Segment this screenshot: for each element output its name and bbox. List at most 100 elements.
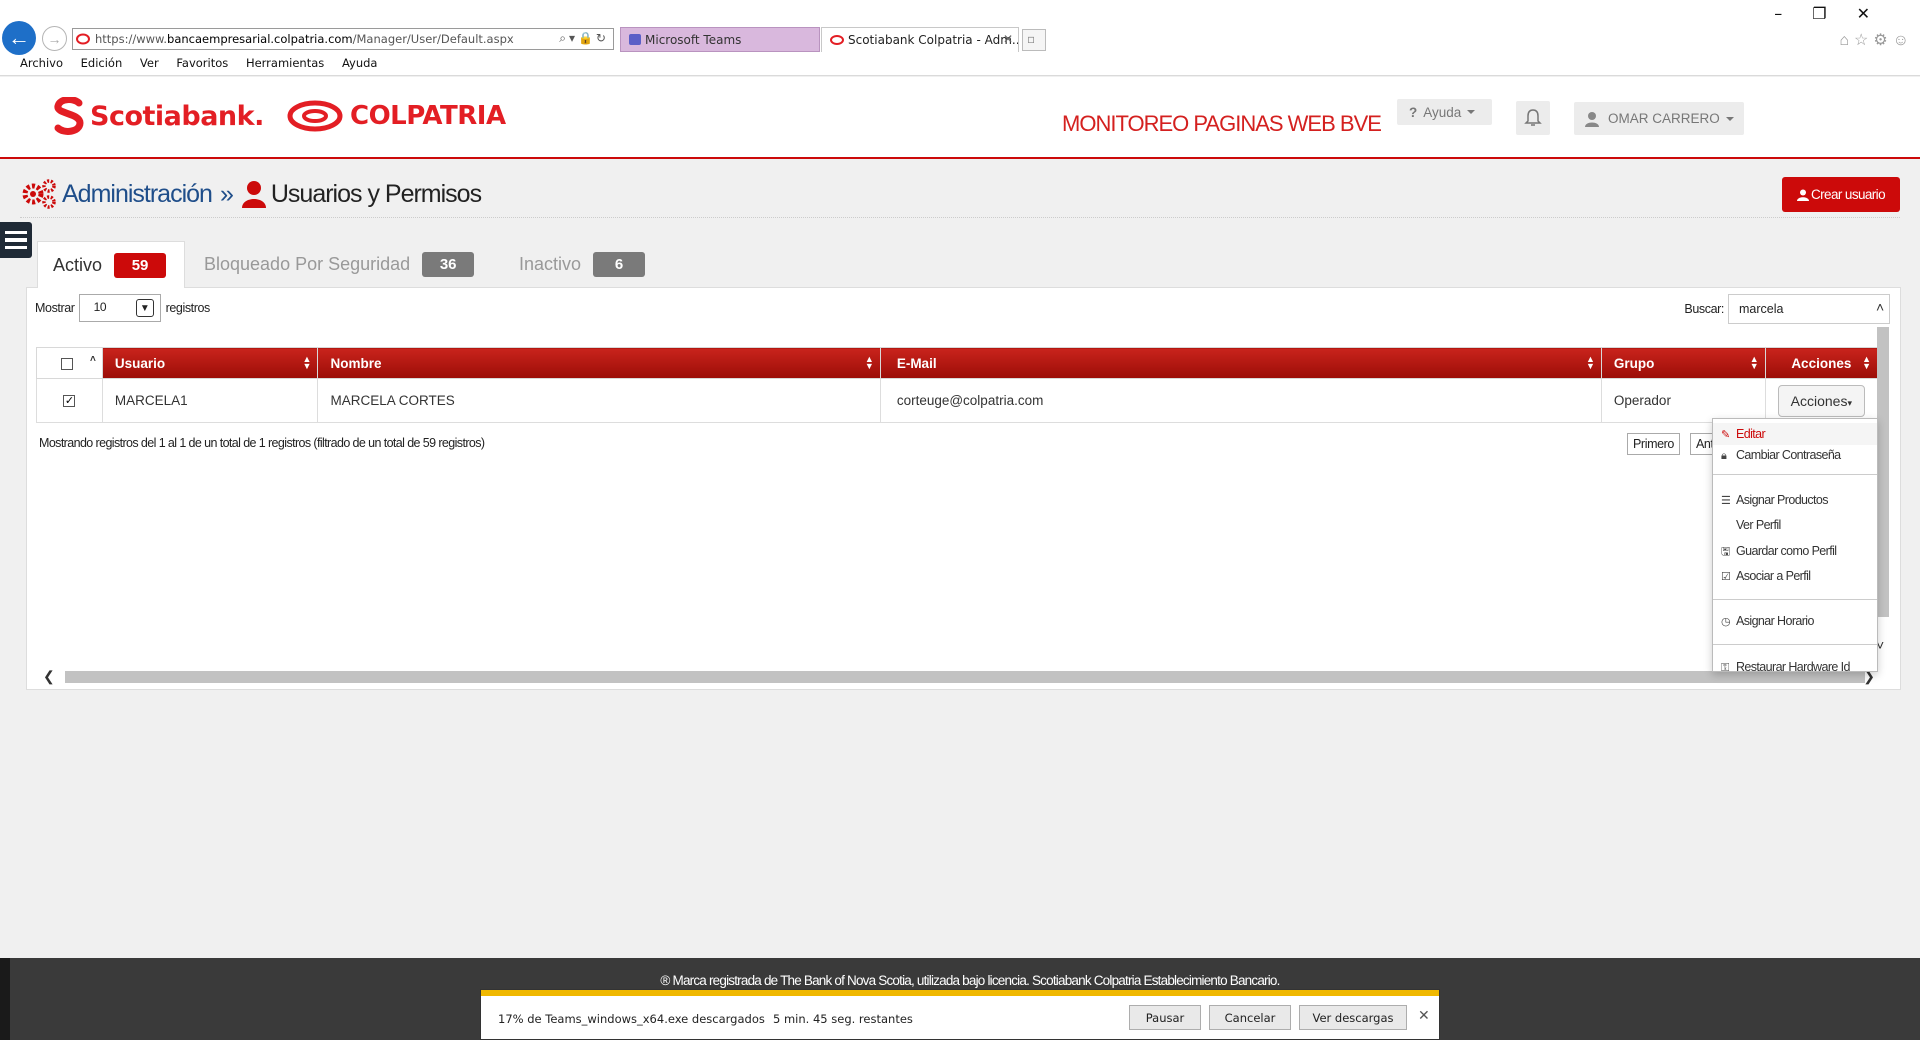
menu-item-asociar-perfil[interactable]: ☑ Asociar a Perfil: [1713, 569, 1877, 583]
select-all-header[interactable]: ˄: [36, 347, 103, 379]
column-header-acciones[interactable]: Acciones ▲ ▼: [1764, 347, 1879, 379]
tab-activo[interactable]: Activo 59: [37, 241, 185, 288]
menu-herramientas[interactable]: Herramientas: [246, 56, 324, 70]
edit-icon: ✎: [1721, 429, 1730, 441]
menu-item-editar[interactable]: ✎ Editar: [1713, 423, 1877, 445]
pause-download-button[interactable]: Pausar: [1129, 1005, 1201, 1030]
breadcrumb-admin-link[interactable]: Administración: [62, 180, 213, 209]
user-menu-button[interactable]: OMAR CARRERO: [1574, 102, 1744, 135]
address-icons[interactable]: ⌕▾🔒↻: [559, 31, 609, 46]
close-tab-icon[interactable]: ✕: [1003, 32, 1013, 46]
menu-item-label: Ver Perfil: [1736, 518, 1781, 532]
header-label: E-Mail: [896, 355, 937, 371]
sort-icon: ▲ ▼: [864, 354, 874, 371]
menu-divider: [1713, 599, 1877, 600]
search-control: Buscar:: [1684, 294, 1890, 324]
chevron-down-icon: ▼: [135, 299, 154, 317]
menu-ver[interactable]: Ver: [140, 56, 159, 70]
sort-up-icon[interactable]: ˄: [90, 354, 96, 365]
scrollbar-thumb[interactable]: [65, 671, 1865, 683]
page-length-value: 10: [93, 300, 107, 314]
menu-item-label: Editar: [1736, 427, 1766, 441]
page-length-select[interactable]: 10 ▼: [78, 294, 161, 322]
column-header-usuario[interactable]: Usuario ▲ ▼: [101, 347, 319, 379]
breadcrumb: Administración » Usuarios y Permisos: [20, 178, 482, 210]
address-bar[interactable]: https://www.bancaempresarial.colpatria.c…: [72, 28, 614, 50]
menu-divider: [1713, 474, 1877, 475]
count-badge: 36: [422, 252, 475, 277]
notifications-button[interactable]: [1516, 101, 1550, 135]
actions-dropdown-button[interactable]: Acciones▾: [1777, 384, 1865, 417]
menu-archivo[interactable]: Archivo: [20, 56, 63, 70]
create-user-button[interactable]: Crear usuario: [1782, 177, 1900, 212]
menu-favoritos[interactable]: Favoritos: [176, 56, 228, 70]
create-user-label: Crear usuario: [1811, 187, 1886, 202]
menu-item-restaurar-hardware[interactable]: ⚿ Restaurar Hardware Id: [1713, 660, 1877, 672]
tab-label: Microsoft Teams: [645, 33, 742, 47]
close-icon[interactable]: ✕: [1418, 1008, 1430, 1024]
page-title: Usuarios y Permisos: [270, 179, 482, 208]
cell-nombre: MARCELA CORTES: [317, 378, 881, 423]
actions-dropdown-menu: ✎ Editar 🔒︎ Cambiar Contraseña ☰ Asignar Pr…: [1712, 418, 1878, 672]
tab-scotiabank[interactable]: Scotiabank Colpatria - Adm... ✕: [821, 27, 1019, 52]
pager-first-button[interactable]: Primero: [1627, 433, 1680, 455]
lock-icon: 🔒︎: [1721, 450, 1727, 462]
actions-label: Acciones: [1790, 392, 1848, 409]
back-button[interactable]: ←: [2, 21, 36, 55]
user-icon: [1585, 111, 1599, 127]
download-bar: 17% de Teams_windows_x64.exe descargados…: [480, 989, 1440, 1040]
column-header-nombre[interactable]: Nombre ▲ ▼: [317, 347, 881, 379]
scotiabank-mark-icon: [54, 97, 84, 135]
footer-text: ® Marca registrada de The Bank of Nova S…: [660, 973, 1280, 988]
menu-item-cambiar-contrasena[interactable]: 🔒︎ Cambiar Contraseña: [1713, 448, 1877, 463]
window-controls[interactable]: –❐✕: [1774, 4, 1900, 23]
user-icon: [1797, 189, 1809, 201]
header-label: Nombre: [330, 355, 382, 371]
records-label: registros: [165, 301, 211, 315]
sort-icon: ▲ ▼: [302, 354, 312, 371]
row-checkbox[interactable]: ✓: [63, 395, 76, 408]
colpatria-mark-icon: [287, 100, 343, 132]
menu-item-asignar-horario[interactable]: ◷ Asignar Horario: [1713, 614, 1877, 628]
horizontal-scrollbar[interactable]: ❮ ❯: [39, 668, 1879, 686]
tab-label: Bloqueado Por Seguridad: [204, 254, 411, 274]
cell-email: corteuge@colpatria.com: [879, 378, 1602, 423]
menu-ayuda[interactable]: Ayuda: [342, 56, 378, 70]
column-header-email[interactable]: E-Mail ▲ ▼: [879, 347, 1602, 379]
search-input[interactable]: [1728, 294, 1890, 324]
menu-item-label: Restaurar Hardware Id: [1736, 660, 1850, 672]
site-logo-icon: [76, 33, 90, 45]
cancel-download-button[interactable]: Cancelar: [1209, 1005, 1291, 1030]
menu-item-asignar-productos[interactable]: ☰ Asignar Productos: [1713, 493, 1877, 507]
tab-inactivo[interactable]: Inactivo 6: [519, 241, 646, 288]
divider: [20, 217, 1900, 218]
column-header-grupo[interactable]: Grupo ▲ ▼: [1600, 347, 1766, 379]
scroll-left-icon[interactable]: ❮: [43, 668, 55, 685]
users-table: ˄ Usuario ▲ ▼ Nombre ▲ ▼ E-Mail ▲ ▼ Grupo ▲ ▼ Ac…: [36, 347, 1879, 423]
table-row[interactable]: ✓ MARCELA1 MARCELA CORTES corteuge@colpa…: [36, 378, 1879, 423]
menu-item-label: Guardar como Perfil: [1736, 544, 1837, 558]
scrollbar-thumb[interactable]: [1877, 327, 1889, 617]
row-select-cell[interactable]: ✓: [36, 378, 103, 423]
menu-divider: [1713, 644, 1877, 645]
help-button[interactable]: ? Ayuda: [1397, 99, 1492, 125]
forward-button[interactable]: →: [42, 26, 67, 51]
browser-toolbar-icons[interactable]: ⌂☆⚙☺: [1839, 30, 1914, 50]
scotiabank-logo[interactable]: Scotiabank.: [52, 97, 264, 135]
menu-edicion[interactable]: Edición: [81, 56, 123, 70]
sidebar-toggle-button[interactable]: [0, 222, 32, 258]
new-tab-button[interactable]: ▫: [1022, 29, 1046, 51]
colpatria-logo[interactable]: COLPATRIA: [286, 99, 506, 133]
menu-item-guardar-perfil[interactable]: 🖫 Guardar como Perfil: [1713, 543, 1877, 562]
menu-item-label: Cambiar Contraseña: [1736, 448, 1841, 462]
tab-bloqueado[interactable]: Bloqueado Por Seguridad 36: [204, 241, 475, 288]
tab-microsoft-teams[interactable]: Microsoft Teams: [620, 27, 820, 52]
url-text: https://www.bancaempresarial.colpatria.c…: [95, 32, 514, 46]
tab-label: Inactivo: [519, 254, 582, 274]
menu-item-ver-perfil[interactable]: Ver Perfil: [1713, 518, 1877, 532]
header-label: Grupo: [1613, 355, 1655, 371]
site-header: Scotiabank. COLPATRIA MONITOREO PAGINAS …: [0, 77, 1920, 159]
select-all-checkbox[interactable]: [61, 357, 73, 370]
view-downloads-button[interactable]: Ver descargas: [1299, 1005, 1407, 1030]
scroll-up-icon[interactable]: ˄: [1876, 299, 1884, 315]
